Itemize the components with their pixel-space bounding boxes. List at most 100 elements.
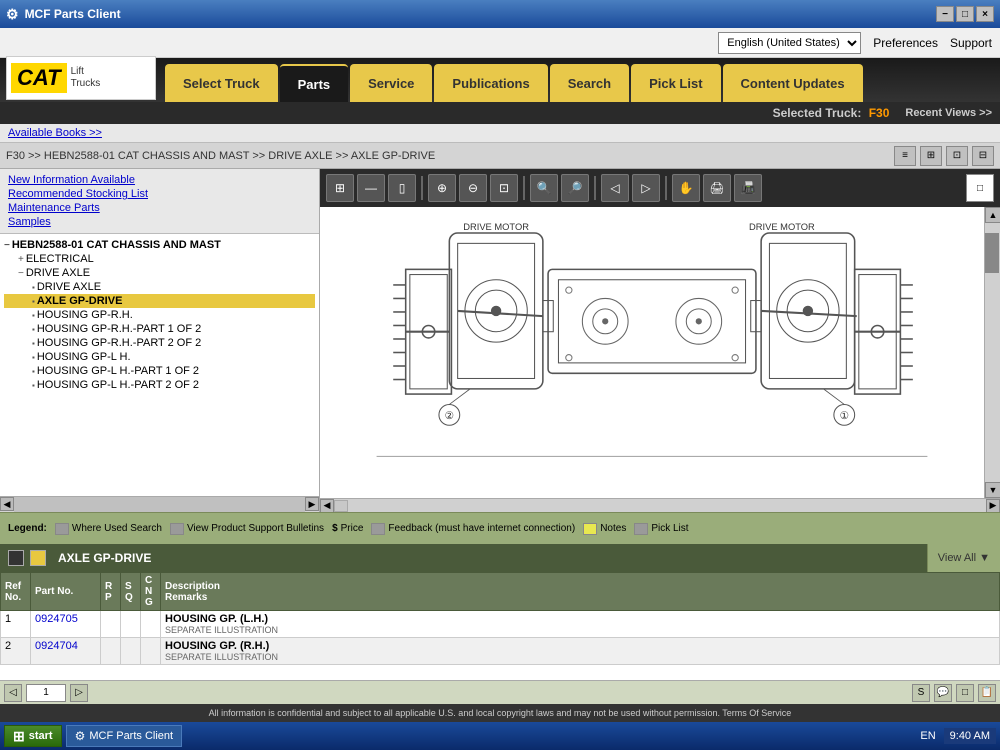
tree-item-housing-lh-p2[interactable]: ▪ HOUSING GP-L H.-PART 2 OF 2	[4, 378, 315, 392]
pan-btn[interactable]: ✋	[672, 174, 700, 202]
left-scroll-right[interactable]: ▶	[305, 497, 319, 511]
tab-search[interactable]: Search	[550, 64, 629, 102]
parts-prev-btn[interactable]: ◁	[4, 684, 22, 702]
view-split-btn[interactable]: ▯	[388, 174, 416, 202]
breadcrumb-icon-1[interactable]: ≡	[894, 146, 916, 166]
parts-bottom: ◁ ▷ S 💬 □ 📋	[0, 680, 1000, 704]
status-text: All information is confidential and subj…	[209, 708, 792, 718]
table-row: 1 0924705 HOUSING GP. (L.H.) SEPARATE IL…	[1, 611, 1000, 638]
table-row: 2 0924704 HOUSING GP. (R.H.) SEPARATE IL…	[1, 638, 1000, 665]
view-mode-btn[interactable]: □	[966, 174, 994, 202]
language-selector[interactable]: English (United States)	[718, 32, 861, 54]
scroll-track	[985, 223, 1000, 482]
breadcrumb-icon-2[interactable]: ⊞	[920, 146, 942, 166]
view-horiz-btn[interactable]: ―	[357, 174, 385, 202]
parts-page-input[interactable]	[26, 684, 66, 702]
clock: 9:40 AM	[944, 728, 996, 744]
nav-area: CAT LiftTrucks Select Truck Parts Servic…	[0, 58, 1000, 102]
tree-item-drive-axle[interactable]: ▪ DRIVE AXLE	[4, 280, 315, 294]
parts-next-btn[interactable]: ▷	[70, 684, 88, 702]
left-scroll-left[interactable]: ◀	[0, 497, 14, 511]
print-btn[interactable]: 🖨	[703, 174, 731, 202]
stocking-list-link[interactable]: Recommended Stocking List	[8, 187, 311, 201]
legend-feedback-icon	[371, 523, 385, 535]
start-button[interactable]: ⊞ start	[4, 725, 62, 747]
next-btn[interactable]: ▷	[632, 174, 660, 202]
scroll-thumb[interactable]	[985, 233, 999, 273]
color-yellow-btn[interactable]	[30, 550, 46, 566]
taskbar-mcf-item[interactable]: ⚙ MCF Parts Client	[66, 725, 183, 747]
support-link[interactable]: Support	[950, 36, 992, 50]
zoom-out-btn[interactable]: ⊖	[459, 174, 487, 202]
tree-root[interactable]: − HEBN2588-01 CAT CHASSIS AND MAST	[4, 238, 315, 252]
minimize-button[interactable]: −	[936, 6, 954, 22]
tab-parts[interactable]: Parts	[280, 64, 349, 102]
tree-item-housing-lh[interactable]: ▪ HOUSING GP-L H.	[4, 350, 315, 364]
export-btn[interactable]: 📠	[734, 174, 762, 202]
tree-item-electrical[interactable]: + ELECTRICAL	[4, 252, 315, 266]
available-books-link[interactable]: Available Books >>	[0, 124, 1000, 143]
parts-section: AXLE GP-DRIVE View All ▼ RefNo. Part No.…	[0, 544, 1000, 704]
toolbar-sep-2	[523, 176, 525, 200]
breadcrumb-bar: F30 >> HEBN2588-01 CAT CHASSIS AND MAST …	[0, 143, 1000, 169]
breadcrumb-icon-3[interactable]: ⊡	[946, 146, 968, 166]
color-black-btn[interactable]	[8, 550, 24, 566]
titlebar: ⚙ MCF Parts Client − □ ×	[0, 0, 1000, 28]
tree-item-housing-rh[interactable]: ▪ HOUSING GP-R.H.	[4, 308, 315, 322]
parts-comment-btn[interactable]: 💬	[934, 684, 952, 702]
scroll-down-btn[interactable]: ▼	[985, 482, 1000, 498]
legend-bulletins: View Product Support Bulletins	[170, 523, 324, 535]
tab-pick-list[interactable]: Pick List	[631, 64, 720, 102]
parts-table: RefNo. Part No. RP SQ CNG DescriptionRem…	[0, 572, 1000, 665]
parts-note-btn[interactable]: □	[956, 684, 974, 702]
maintenance-parts-link[interactable]: Maintenance Parts	[8, 201, 311, 215]
tab-publications[interactable]: Publications	[434, 64, 547, 102]
breadcrumb-icons: ≡ ⊞ ⊡ ⊟	[894, 146, 994, 166]
tree-item-housing-lh-p1[interactable]: ▪ HOUSING GP-L H.-PART 1 OF 2	[4, 364, 315, 378]
parts-save-btn[interactable]: S	[912, 684, 930, 702]
legend-price-icon: $	[332, 523, 338, 534]
view-all-button[interactable]: View All ▼	[927, 544, 1000, 572]
tree-item-housing-rh-p1[interactable]: ▪ HOUSING GP-R.H.-PART 1 OF 2	[4, 322, 315, 336]
hscroll-thumb[interactable]	[334, 500, 348, 512]
toolbar-sep-1	[421, 176, 423, 200]
view-fit-btn[interactable]: ⊞	[326, 174, 354, 202]
tab-select-truck[interactable]: Select Truck	[165, 64, 278, 102]
part-desc-1: HOUSING GP. (L.H.) SEPARATE ILLUSTRATION	[161, 611, 1000, 638]
breadcrumb-icon-4[interactable]: ⊟	[972, 146, 994, 166]
tab-content-updates[interactable]: Content Updates	[723, 64, 863, 102]
drive-motor-label-left: DRIVE MOTOR	[463, 222, 529, 232]
thumbnail-btn[interactable]: 🔍	[530, 174, 558, 202]
scroll-up-btn[interactable]: ▲	[985, 207, 1000, 223]
hscroll-right-btn[interactable]: ▶	[986, 499, 1000, 513]
prev-btn[interactable]: ◁	[601, 174, 629, 202]
tree-item-housing-rh-p2[interactable]: ▪ HOUSING GP-R.H.-PART 2 OF 2	[4, 336, 315, 350]
left-links: New Information Available Recommended St…	[0, 169, 319, 234]
legend-pick-list-icon	[634, 523, 648, 535]
maximize-button[interactable]: □	[956, 6, 974, 22]
new-info-link[interactable]: New Information Available	[8, 173, 311, 187]
zoom-in-btn[interactable]: ⊕	[428, 174, 456, 202]
part-no-1[interactable]: 0924705	[31, 611, 101, 638]
tab-service[interactable]: Service	[350, 64, 432, 102]
diagram-area: DRIVE MOTOR DRIVE MOTOR	[320, 207, 1000, 498]
preferences-link[interactable]: Preferences	[873, 36, 938, 50]
tree-item-axle-gp-drive[interactable]: ▪ AXLE GP-DRIVE	[4, 294, 315, 308]
col-desc: DescriptionRemarks	[161, 573, 1000, 611]
zoom-fit-btn[interactable]: ⊡	[490, 174, 518, 202]
zoom-area-btn[interactable]: 🔎	[561, 174, 589, 202]
selected-truck-bar: Selected Truck: F30 Recent Views >>	[0, 102, 1000, 124]
legend-bar: Legend: Where Used Search View Product S…	[0, 512, 1000, 544]
diagram-svg: DRIVE MOTOR DRIVE MOTOR	[320, 207, 984, 498]
parts-picklist-btn[interactable]: 📋	[978, 684, 996, 702]
samples-link[interactable]: Samples	[8, 215, 311, 229]
parts-table-container: RefNo. Part No. RP SQ CNG DescriptionRem…	[0, 572, 1000, 680]
legend-bulletins-icon	[170, 523, 184, 535]
diagram-hscroll: ◀ ▶	[320, 498, 1000, 512]
close-button[interactable]: ×	[976, 6, 994, 22]
recent-views-link[interactable]: Recent Views >>	[905, 107, 992, 119]
hscroll-left-btn[interactable]: ◀	[320, 499, 334, 513]
part-no-2[interactable]: 0924704	[31, 638, 101, 665]
col-part: Part No.	[31, 573, 101, 611]
tree-item-drive-axle-folder[interactable]: − DRIVE AXLE	[4, 266, 315, 280]
